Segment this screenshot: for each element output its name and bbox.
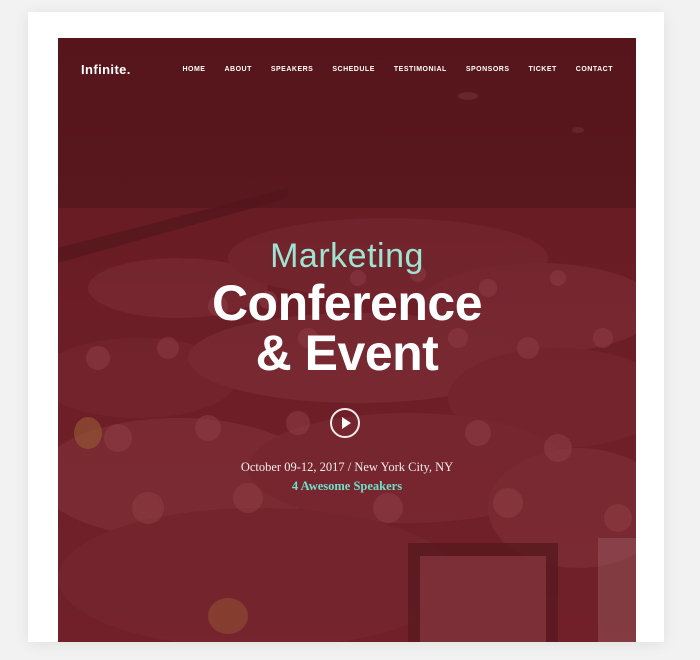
nav-item-speakers[interactable]: SPEAKERS	[271, 66, 314, 73]
nav-item-home[interactable]: HOME	[182, 66, 205, 73]
nav-item-about[interactable]: ABOUT	[224, 66, 251, 73]
play-video-button[interactable]	[330, 408, 360, 438]
hero-title-line2: & Event	[255, 325, 439, 381]
nav-item-testimonial[interactable]: TESTIMONIAL	[394, 66, 447, 73]
hero-headline: Marketing Conference & Event	[58, 234, 636, 378]
hero-kicker: Marketing	[270, 237, 424, 275]
top-navigation: Infinite. HOME ABOUT SPEAKERS SCHEDULE T…	[58, 38, 636, 104]
hero-title-line1: Conference	[211, 275, 483, 331]
nav-menu: HOME ABOUT SPEAKERS SCHEDULE TESTIMONIAL…	[163, 66, 613, 73]
site-logo[interactable]: Infinite.	[81, 62, 131, 77]
nav-item-contact[interactable]: CONTACT	[576, 66, 613, 73]
play-icon	[342, 417, 351, 429]
nav-item-sponsors[interactable]: SPONSORS	[466, 66, 510, 73]
nav-item-schedule[interactable]: SCHEDULE	[332, 66, 375, 73]
hero-section: Infinite. HOME ABOUT SPEAKERS SCHEDULE T…	[58, 38, 636, 642]
speakers-link[interactable]: 4 Awesome Speakers	[58, 479, 636, 494]
nav-item-ticket[interactable]: TICKET	[529, 66, 557, 73]
event-date-location: October 09-12, 2017 / New York City, NY	[240, 460, 454, 474]
